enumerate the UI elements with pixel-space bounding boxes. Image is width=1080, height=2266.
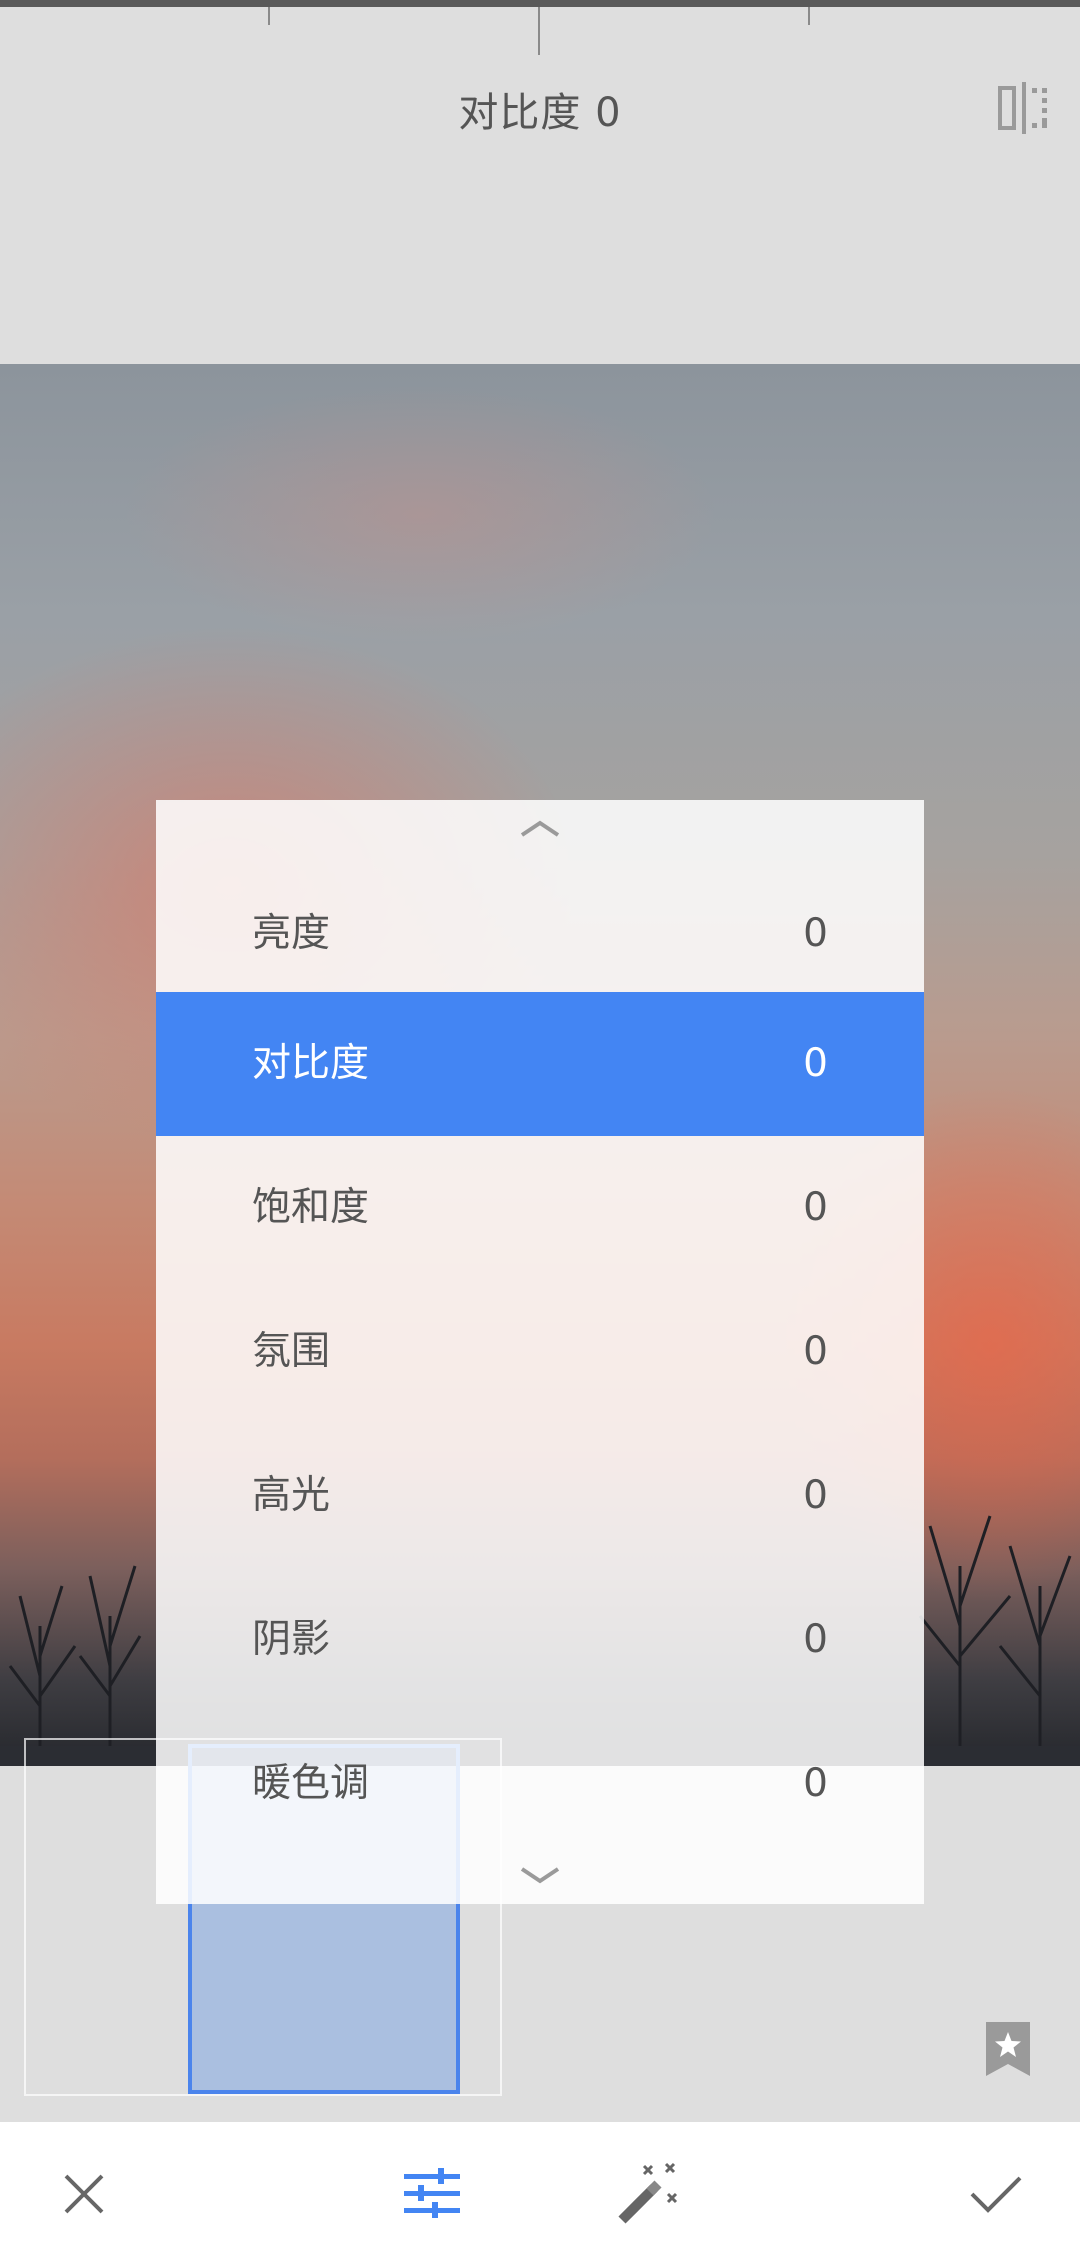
ruler-center-tick bbox=[538, 7, 540, 55]
ruler-tick bbox=[808, 7, 810, 25]
close-icon bbox=[64, 2174, 104, 2214]
chevron-down-icon bbox=[520, 1867, 560, 1884]
star-bookmark-icon bbox=[986, 2022, 1030, 2076]
menu-item-warmth[interactable]: 暖色调 0 bbox=[156, 1712, 924, 1856]
menu-item-label: 氛围 bbox=[252, 1329, 331, 1374]
menu-item-contrast[interactable]: 对比度 0 bbox=[156, 992, 924, 1136]
magic-wand-icon bbox=[618, 2162, 678, 2224]
cancel-button[interactable] bbox=[34, 2122, 134, 2266]
menu-item-label: 高光 bbox=[252, 1473, 331, 1518]
menu-item-label: 对比度 bbox=[252, 1041, 370, 1086]
menu-item-shadows[interactable]: 阴影 0 bbox=[156, 1568, 924, 1712]
chevron-up-icon bbox=[520, 820, 560, 837]
checkmark-icon bbox=[970, 2176, 1022, 2213]
menu-item-saturation[interactable]: 饱和度 0 bbox=[156, 1136, 924, 1280]
bottom-toolbar bbox=[0, 2122, 1080, 2266]
photo-cloud bbox=[120, 384, 720, 644]
compare-button[interactable] bbox=[996, 80, 1052, 136]
adjust-button[interactable] bbox=[382, 2122, 482, 2266]
apply-button[interactable] bbox=[946, 2122, 1046, 2266]
menu-item-label: 饱和度 bbox=[252, 1185, 370, 1230]
menu-item-label: 阴影 bbox=[252, 1617, 331, 1662]
ruler-bar bbox=[0, 0, 1080, 7]
menu-item-label: 亮度 bbox=[252, 911, 331, 956]
scroll-up-button[interactable] bbox=[156, 806, 924, 850]
menu-item-value: 0 bbox=[803, 1473, 828, 1518]
adjustment-menu: 亮度 0 对比度 0 饱和度 0 氛围 0 高光 0 阴影 0 暖色调 0 bbox=[156, 800, 924, 1904]
menu-item-value: 0 bbox=[803, 1329, 828, 1374]
menu-item-value: 0 bbox=[803, 1617, 828, 1662]
menu-item-value: 0 bbox=[803, 911, 828, 956]
menu-item-label: 暖色调 bbox=[252, 1761, 370, 1806]
menu-item-brightness[interactable]: 亮度 0 bbox=[156, 862, 924, 1006]
menu-item-value: 0 bbox=[803, 1185, 828, 1230]
ruler-tick bbox=[268, 7, 270, 25]
scroll-down-button[interactable] bbox=[156, 1854, 924, 1898]
top-ruler[interactable] bbox=[0, 0, 1080, 55]
menu-item-highlights[interactable]: 高光 0 bbox=[156, 1424, 924, 1568]
sliders-icon bbox=[404, 2168, 460, 2218]
menu-item-ambiance[interactable]: 氛围 0 bbox=[156, 1280, 924, 1424]
compare-icon bbox=[998, 82, 1047, 134]
menu-item-value: 0 bbox=[803, 1041, 828, 1086]
auto-enhance-button[interactable] bbox=[598, 2122, 698, 2266]
menu-item-value: 0 bbox=[803, 1761, 828, 1806]
adjustment-title: 对比度 0 bbox=[458, 90, 622, 136]
styles-button[interactable] bbox=[984, 2020, 1032, 2078]
